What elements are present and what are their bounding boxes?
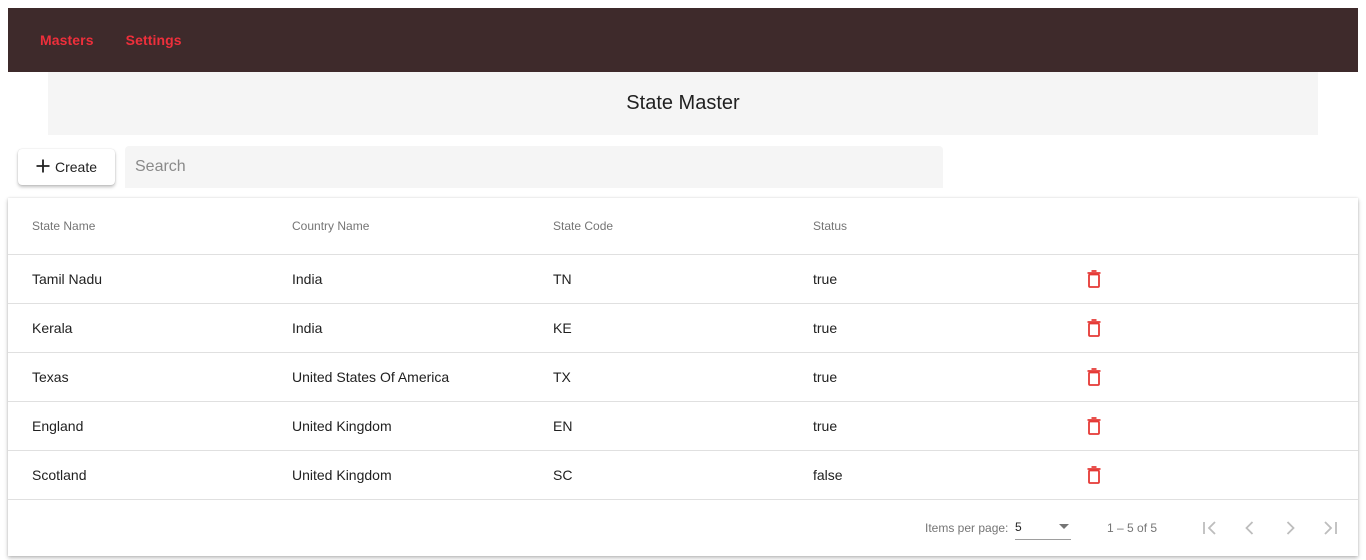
cell-status: true bbox=[813, 418, 838, 434]
table-row: Scotland United Kingdom SC false bbox=[8, 451, 1358, 500]
cell-state-code: EN bbox=[553, 418, 573, 434]
search-input[interactable] bbox=[125, 146, 943, 188]
delete-icon[interactable] bbox=[1084, 268, 1104, 290]
cell-country-name: India bbox=[292, 320, 323, 336]
create-button-label: Create bbox=[54, 159, 98, 175]
header-status[interactable]: Status bbox=[813, 219, 847, 233]
page-title-bar: State Master bbox=[48, 72, 1318, 135]
first-page-icon[interactable] bbox=[1198, 516, 1222, 540]
top-navbar: Masters Settings bbox=[8, 8, 1358, 72]
cell-state-code: SC bbox=[553, 467, 573, 483]
previous-page-icon[interactable] bbox=[1238, 516, 1262, 540]
create-button[interactable]: Create bbox=[18, 149, 115, 185]
delete-icon[interactable] bbox=[1084, 366, 1104, 388]
next-page-icon[interactable] bbox=[1278, 516, 1302, 540]
delete-icon[interactable] bbox=[1084, 415, 1104, 437]
items-per-page-value: 5 bbox=[1015, 520, 1022, 534]
cell-state-name: Kerala bbox=[32, 320, 73, 336]
states-table: State Name Country Name State Code Statu… bbox=[8, 198, 1358, 556]
items-per-page-select[interactable]: 5 bbox=[1015, 516, 1071, 540]
cell-status: true bbox=[813, 320, 838, 336]
cell-state-name: Texas bbox=[32, 369, 69, 385]
page-range-label: 1 – 5 of 5 bbox=[1107, 521, 1158, 535]
header-state-code[interactable]: State Code bbox=[553, 219, 613, 233]
items-per-page-label: Items per page: bbox=[925, 521, 1009, 535]
cell-state-name: Tamil Nadu bbox=[32, 271, 103, 287]
cell-state-name: Scotland bbox=[32, 467, 87, 483]
table-row: Tamil Nadu India TN true bbox=[8, 255, 1358, 304]
cell-state-code: TN bbox=[553, 271, 572, 287]
cell-country-name: India bbox=[292, 271, 323, 287]
header-state-name[interactable]: State Name bbox=[32, 219, 95, 233]
table-row: Texas United States Of America TX true bbox=[8, 353, 1358, 402]
cell-country-name: United States Of America bbox=[292, 369, 450, 385]
paginator: Items per page: 5 1 – 5 of 5 bbox=[8, 500, 1358, 556]
last-page-icon[interactable] bbox=[1318, 516, 1342, 540]
cell-state-code: KE bbox=[553, 320, 572, 336]
cell-country-name: United Kingdom bbox=[292, 467, 392, 483]
cell-status: false bbox=[813, 467, 843, 483]
page-title: State Master bbox=[626, 92, 740, 114]
cell-state-name: England bbox=[32, 418, 84, 434]
dropdown-arrow-icon bbox=[1059, 524, 1069, 529]
table-row: England United Kingdom EN true bbox=[8, 402, 1358, 451]
table-header-row: State Name Country Name State Code Statu… bbox=[8, 198, 1358, 255]
delete-icon[interactable] bbox=[1084, 317, 1104, 339]
cell-country-name: United Kingdom bbox=[292, 418, 392, 434]
cell-status: true bbox=[813, 271, 838, 287]
plus-icon bbox=[36, 155, 50, 177]
cell-state-code: TX bbox=[553, 369, 571, 385]
nav-settings-link[interactable]: Settings bbox=[126, 32, 182, 48]
header-country-name[interactable]: Country Name bbox=[292, 219, 369, 233]
nav-masters-link[interactable]: Masters bbox=[40, 32, 94, 48]
cell-status: true bbox=[813, 369, 838, 385]
table-row: Kerala India KE true bbox=[8, 304, 1358, 353]
delete-icon[interactable] bbox=[1084, 464, 1104, 486]
